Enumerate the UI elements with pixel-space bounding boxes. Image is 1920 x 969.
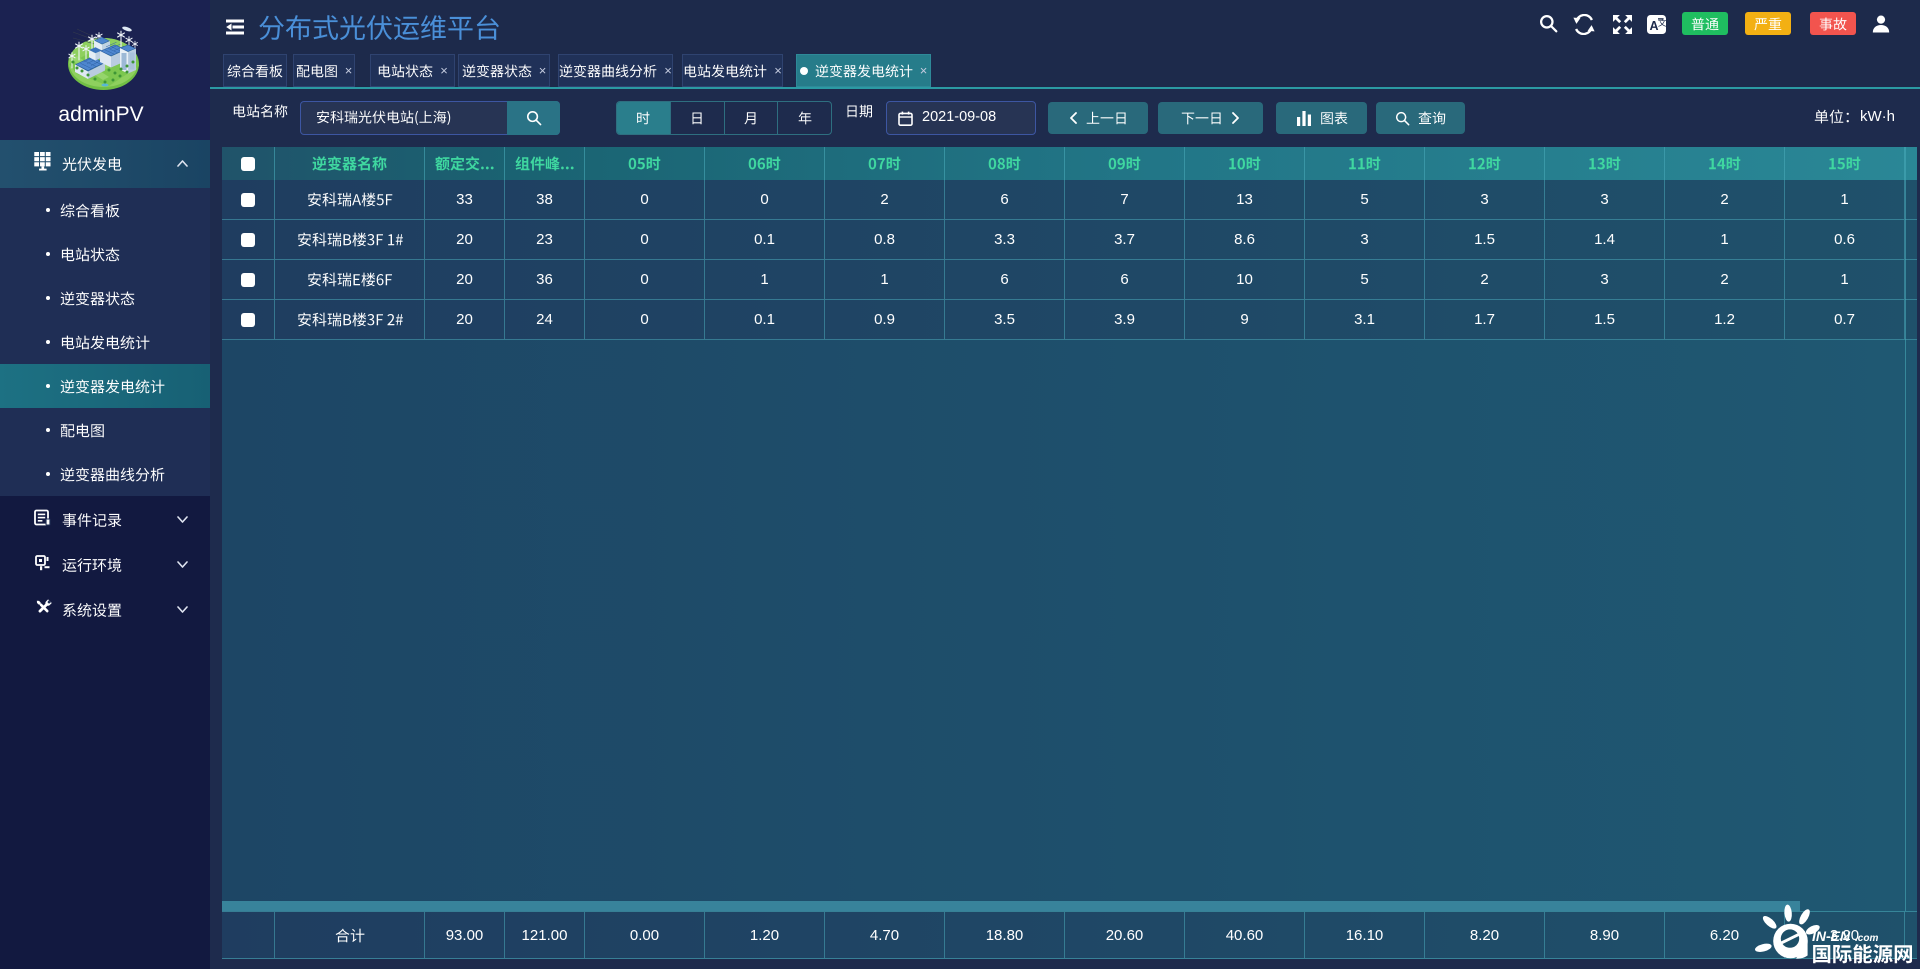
svg-text:IN-EN: IN-EN	[1812, 928, 1851, 944]
svg-text:.com: .com	[1855, 933, 1878, 944]
svg-text:A: A	[1650, 19, 1659, 33]
